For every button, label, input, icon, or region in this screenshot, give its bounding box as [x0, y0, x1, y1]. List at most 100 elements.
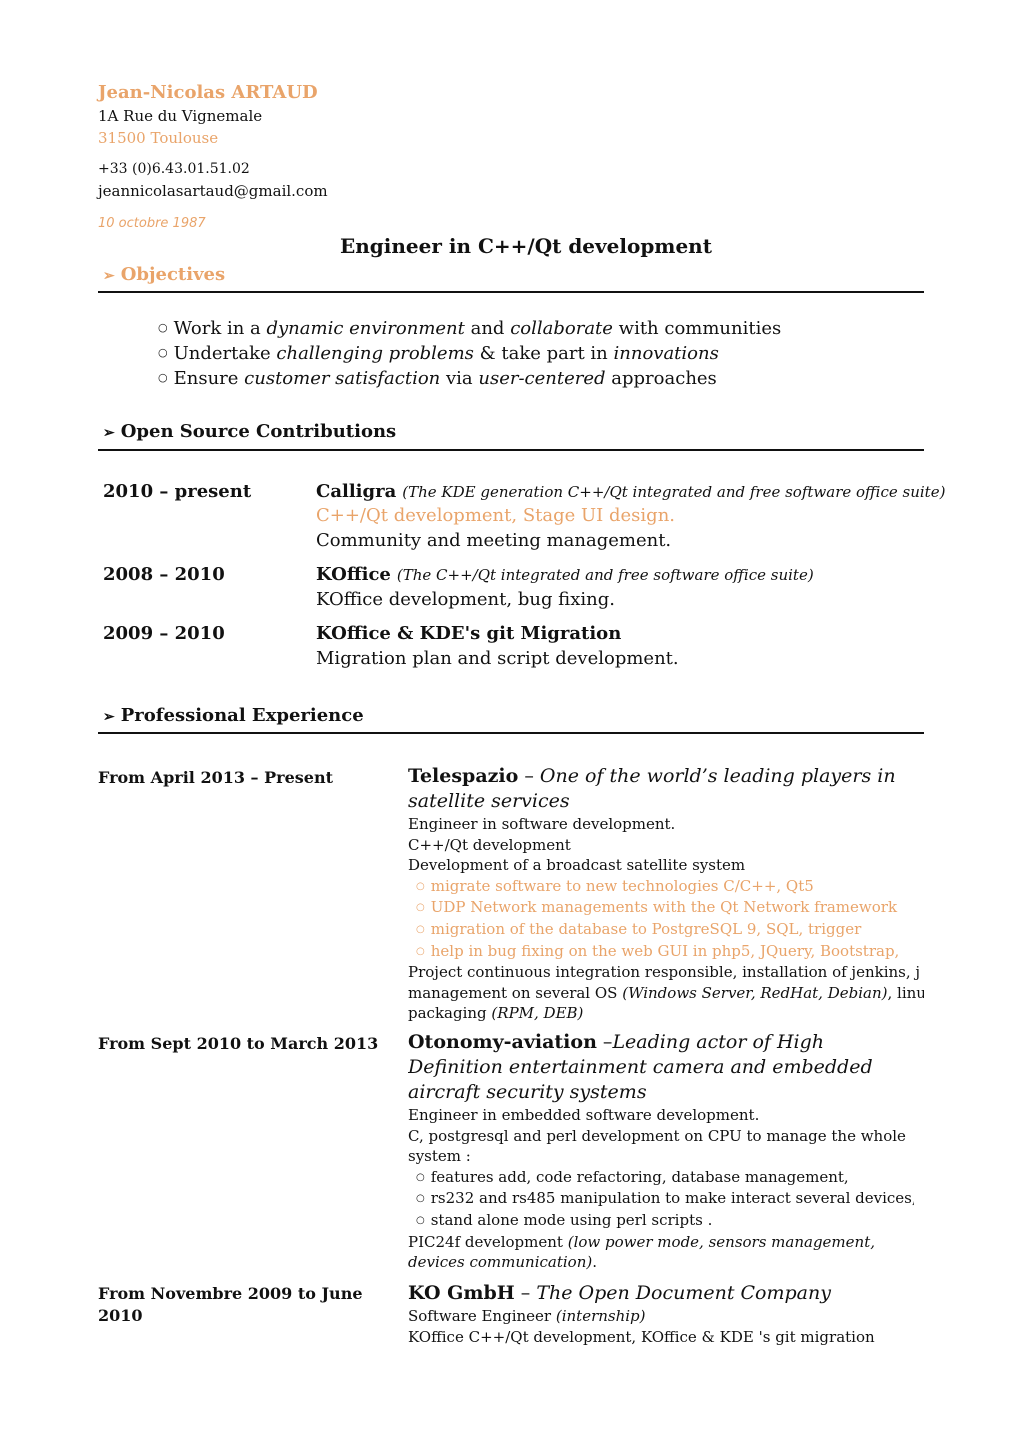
job-bullet: ○ help in bug fixing on the web GUI in ph… [408, 941, 924, 963]
text-fragment: Otonomy-aviation [408, 1031, 597, 1053]
text-fragment: – [518, 765, 540, 787]
text-fragment: (internship) [555, 1307, 646, 1325]
experience-heading: ➢ Professional Experience [103, 705, 364, 726]
job-line: C++/Qt development [408, 835, 571, 854]
contribution-project: KOffice & KDE's git Migration [316, 623, 621, 644]
objective-item: ○ Undertake challenging problems & take p… [158, 343, 719, 364]
text-fragment: help in bug fixing on the web GUI in php… [430, 941, 900, 960]
job-line: Project continuous integration responsib… [408, 962, 924, 983]
objectives-divider [98, 291, 924, 293]
text-fragment: – [514, 1282, 537, 1304]
text-fragment: (RPM, DEB) [491, 1004, 584, 1023]
job-line: management on several OS (Windows Server… [408, 983, 924, 1004]
job-bullet: ○ migration of the database to PostgreSQL… [408, 919, 924, 941]
text-fragment: Ensure [173, 368, 245, 389]
job-bullet: ○ UDP Network managements with the Qt Net… [408, 897, 924, 919]
circle-bullet-icon: ○ [416, 945, 425, 957]
job-bullet: ○ migrate software to new technologies C/… [408, 876, 924, 898]
text-fragment: (Windows Server, RedHat, Debian) [622, 983, 888, 1002]
job-header: Otonomy-aviation –Leading actor of High … [408, 1030, 914, 1105]
open-source-heading-label: Open Source Contributions [120, 421, 397, 442]
job-entry: Otonomy-aviation –Leading actor of High … [408, 1030, 914, 1273]
contribution-line: Migration plan and script development. [316, 648, 679, 669]
arrowhead-icon: ➢ [103, 425, 115, 441]
job-bullet: ○ rs232 and rs485 manipulation to make in… [408, 1188, 914, 1210]
job-bullet: ○ features add, code refactoring, databas… [408, 1167, 914, 1189]
circle-bullet-icon: ○ [416, 923, 425, 935]
circle-bullet-icon: ○ [158, 346, 168, 359]
contribution-dates: 2008 – 2010 [103, 564, 225, 585]
circle-bullet-icon: ○ [158, 371, 168, 384]
text-fragment: with communities [612, 318, 782, 339]
address-line-2: 31500 Toulouse [98, 129, 219, 147]
job-dates: From Sept 2010 to March 2013 [98, 1034, 379, 1053]
text-fragment: approaches [605, 368, 717, 389]
objectives-heading: ➢ Objectives [103, 264, 225, 285]
text-fragment: stand alone mode using perl scripts . [430, 1210, 713, 1229]
open-source-divider [98, 449, 924, 451]
text-fragment: and [464, 318, 511, 339]
open-source-heading: ➢ Open Source Contributions [103, 421, 396, 442]
job-entry: Telespazio – One of the world’s leading … [408, 764, 924, 1024]
job-header: KO GmbH – The Open Document Company [408, 1281, 924, 1306]
job-role: Software Engineer (internship) [408, 1306, 924, 1327]
contribution-line: KOffice development, bug fixing. [316, 589, 615, 610]
objective-item: ○ Ensure customer satisfaction via user-c… [158, 368, 717, 389]
text-fragment: – [596, 1031, 613, 1053]
circle-bullet-icon: ○ [416, 1171, 425, 1183]
text-fragment: challenging problems [276, 343, 474, 364]
address-line-1: 1A Rue du Vignemale [98, 107, 263, 125]
objectives-heading-label: Objectives [120, 264, 226, 285]
email-address[interactable]: jeannicolasartaud@gmail.com [98, 182, 328, 200]
job-line: packaging (RPM, DEB) [408, 1003, 924, 1024]
text-fragment: migrate software to new technologies C/C… [430, 876, 814, 895]
job-line: Engineer in embedded software developmen… [408, 1106, 760, 1124]
text-fragment: Telespazio [408, 765, 519, 787]
text-fragment: customer satisfaction [244, 368, 441, 389]
text-fragment: packaging [408, 1004, 492, 1023]
text-fragment: PIC24f development [408, 1232, 568, 1251]
text-fragment: via [440, 368, 479, 389]
circle-bullet-icon: ○ [416, 1214, 425, 1226]
text-fragment: . [592, 1253, 597, 1272]
contribution-project: Calligra (The KDE generation C++/Qt integ… [316, 481, 945, 502]
job-title: Engineer in C++/Qt development [340, 234, 712, 258]
text-fragment: dynamic environment [266, 318, 465, 339]
experience-heading-label: Professional Experience [120, 705, 364, 726]
job-line: Engineer in software development. [408, 815, 676, 833]
text-fragment: The Open Document Company [536, 1282, 831, 1304]
experience-divider [98, 732, 924, 734]
job-line: Development of a broadcast satellite sys… [408, 856, 746, 875]
job-entry: KO GmbH – The Open Document Company Soft… [408, 1281, 924, 1347]
candidate-name: Jean-Nicolas ARTAUD [98, 82, 318, 103]
arrowhead-icon: ➢ [103, 709, 115, 725]
circle-bullet-icon: ○ [416, 880, 425, 892]
job-dates: From Novembre 2009 to June 2010 [98, 1284, 363, 1325]
text-fragment: Calligra [316, 481, 397, 502]
text-fragment: Software Engineer [408, 1307, 556, 1325]
job-line: C, postgresql and perl development on CP… [408, 1126, 906, 1166]
text-fragment: features add, code refactoring, database… [430, 1167, 849, 1186]
contribution-dates: 2009 – 2010 [103, 623, 225, 644]
text-fragment: (The KDE generation C++/Qt integrated an… [402, 483, 946, 501]
text-fragment: UDP Network managements with the Qt Netw… [430, 898, 898, 917]
arrowhead-icon: ➢ [103, 268, 115, 284]
job-header: Telespazio – One of the world’s leading … [408, 764, 924, 814]
text-fragment: KOffice & KDE's git Migration [316, 623, 622, 644]
text-fragment: KO GmbH [408, 1282, 515, 1304]
job-line: PIC24f development (low power mode, sens… [408, 1232, 914, 1273]
contribution-line: Community and meeting management. [316, 530, 672, 551]
job-bullet: ○ stand alone mode using perl scripts . [408, 1210, 914, 1232]
text-fragment: Undertake [173, 343, 277, 364]
contribution-line: C++/Qt development, Stage UI design. [316, 505, 676, 526]
text-fragment: user-centered [478, 368, 606, 389]
circle-bullet-icon: ○ [416, 1193, 425, 1205]
text-fragment: innovations [613, 343, 719, 364]
circle-bullet-icon: ○ [416, 902, 425, 914]
text-fragment: (The C++/Qt integrated and free software… [396, 566, 814, 584]
text-fragment: Work in a [173, 318, 267, 339]
job-dates: From April 2013 – Present [98, 768, 333, 787]
text-fragment: , linu [887, 983, 924, 1002]
phone-number: +33 (0)6.43.01.51.02 [98, 161, 250, 177]
text-fragment: collaborate [510, 318, 613, 339]
